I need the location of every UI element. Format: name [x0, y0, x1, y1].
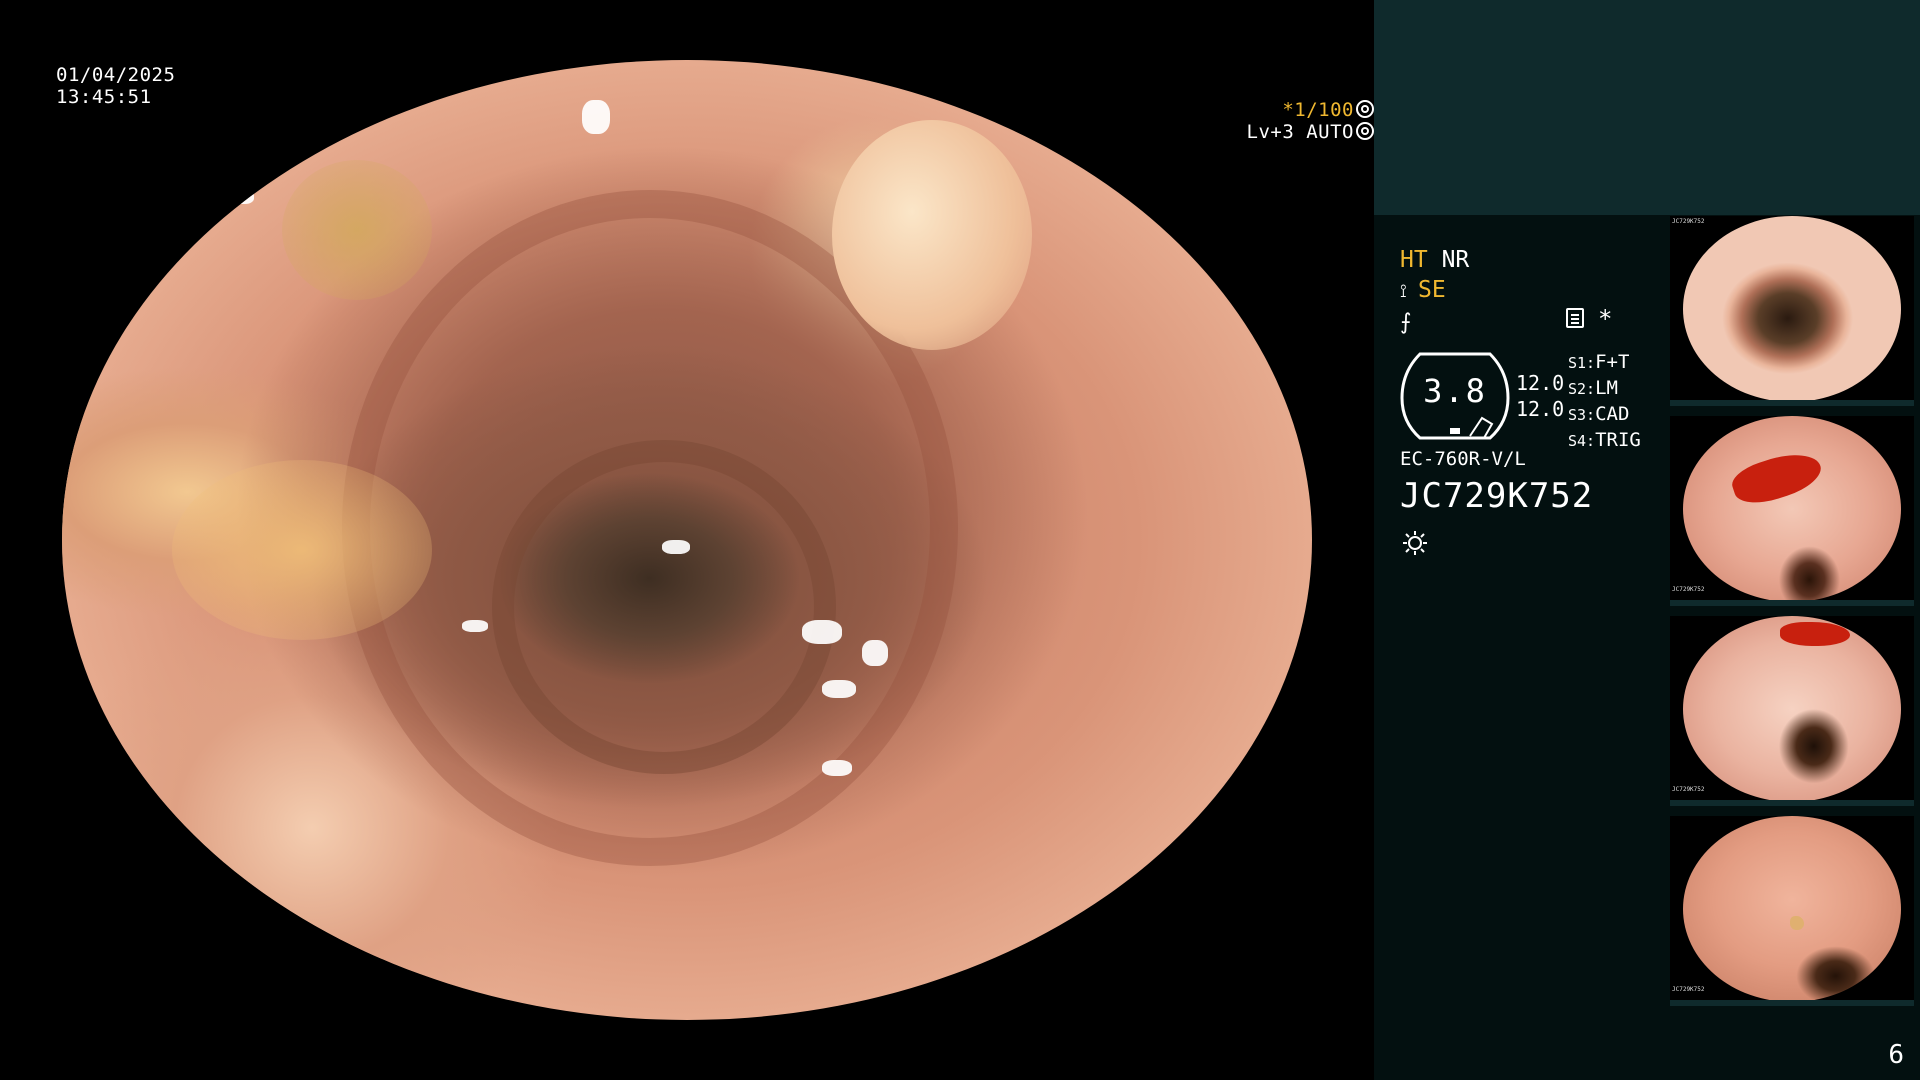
gauge-numbers: 12.0 12.0 — [1516, 370, 1564, 422]
thumbnail-caption: JC729K752 — [1672, 986, 1705, 993]
se-label: SE — [1418, 277, 1446, 303]
switch-row: S1:F+T — [1568, 351, 1630, 373]
star-mark: * — [1598, 305, 1613, 333]
exposure-level: Lv+3 AUTO — [1246, 121, 1354, 143]
scope-serial: JC729K752 — [1400, 476, 1594, 516]
specular-highlight — [232, 190, 254, 204]
thumbnail-bar — [1670, 1000, 1914, 1006]
zoom-gauge: 3.8 — [1400, 350, 1510, 442]
specular-highlight — [822, 680, 856, 698]
bright-fold — [832, 120, 1032, 350]
blood-spot — [1780, 622, 1850, 646]
lesion-spot — [1790, 916, 1804, 930]
panel-header-area — [1374, 0, 1920, 215]
capture-thumbnail[interactable]: JC729K752 — [1670, 816, 1914, 1006]
thumbnail-caption: JC729K752 — [1672, 786, 1705, 793]
shutter-icon — [1356, 100, 1374, 118]
capture-thumbnail[interactable]: JC729K752 — [1670, 216, 1914, 406]
bile-spot — [282, 160, 432, 300]
list-icon — [1566, 308, 1584, 328]
switch-row: S2:LM — [1568, 377, 1618, 399]
scope-switch-list: S1:F+T S2:LM S3:CAD S4:TRIG — [1568, 350, 1641, 454]
info-panel: HT NR ⟟ SE ⨍ * 3.8 12.0 12.0 S1:F+T S2:LM… — [1374, 0, 1920, 1080]
processing-settings: HT NR ⟟ SE ⨍ — [1400, 245, 1469, 338]
inner-fold — [492, 440, 836, 774]
thumbnail-bar — [1670, 400, 1914, 406]
switch-row: S4:TRIG — [1568, 429, 1641, 451]
iris-icon — [1356, 122, 1374, 140]
specular-highlight — [462, 620, 488, 632]
page-number: 6 — [1888, 1040, 1904, 1070]
thumbnail-image — [1683, 816, 1901, 1002]
ht-label: HT — [1400, 247, 1428, 273]
thumbnail-bar — [1670, 600, 1914, 606]
thumbnail-image — [1683, 616, 1901, 802]
exposure-info: *1/100 Lv+3 AUTO — [44, 99, 1374, 143]
specular-highlight — [662, 540, 690, 554]
switch-row: S3:CAD — [1568, 403, 1630, 425]
thumbnail-image — [1683, 416, 1901, 602]
specular-highlight — [202, 920, 236, 954]
specular-highlight — [822, 760, 852, 776]
filter-icon: ⨍ — [1400, 310, 1412, 335]
thumbnail-bar — [1670, 800, 1914, 806]
date-text: 01/04/2025 — [56, 64, 176, 86]
capture-thumbnail[interactable]: JC729K752 — [1670, 616, 1914, 806]
endoscope-main-view: 01/04/2025 13:45:51 *1/100 Lv+3 AUTO — [0, 0, 1374, 1080]
thumbnail-image — [1683, 216, 1901, 402]
nr-label: NR — [1441, 247, 1470, 273]
capture-thumbnail[interactable]: JC729K752 — [1670, 416, 1914, 606]
gauge-number-top: 12.0 — [1516, 371, 1565, 395]
scope-model: EC-760R-V/L — [1400, 448, 1526, 470]
specular-highlight — [862, 640, 888, 666]
gauge-number-bottom: 12.0 — [1516, 397, 1565, 421]
endoscopic-image — [62, 60, 1312, 1020]
shutter-speed: *1/100 — [1282, 99, 1354, 121]
hook-icon: ⟟ — [1400, 281, 1407, 302]
bile-fluid — [172, 460, 432, 640]
gauge-value: 3.8 — [1423, 372, 1487, 410]
thumbnail-caption: JC729K752 — [1672, 586, 1705, 593]
thumbnail-caption: JC729K752 — [1672, 218, 1705, 225]
light-icon — [1403, 531, 1427, 555]
specular-highlight — [802, 620, 842, 644]
